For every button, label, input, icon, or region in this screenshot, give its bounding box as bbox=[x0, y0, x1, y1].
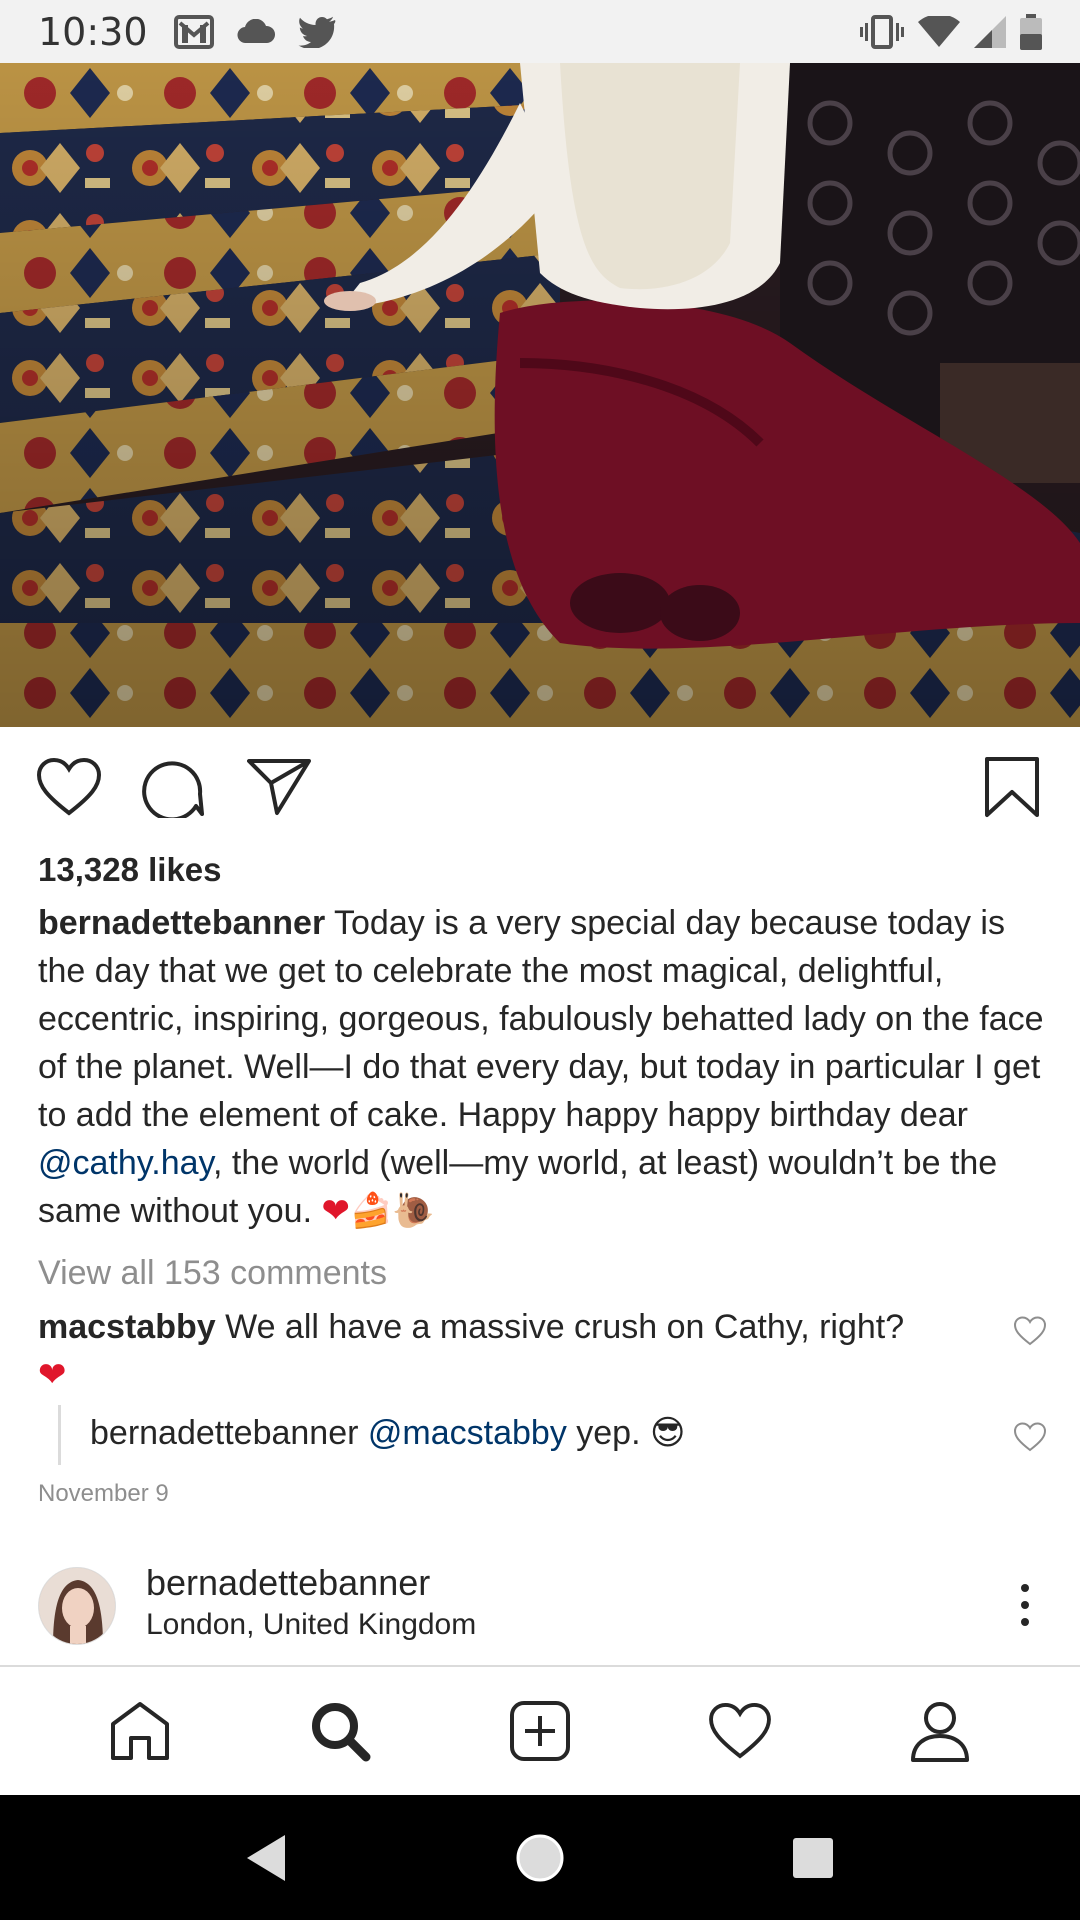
next-post-username[interactable]: bernadettebanner bbox=[146, 1562, 430, 1604]
vibrate-icon bbox=[860, 14, 904, 49]
like-button[interactable] bbox=[34, 752, 104, 822]
caption-username[interactable]: bernadettebanner bbox=[38, 904, 325, 942]
post-photo[interactable] bbox=[0, 63, 1080, 727]
twitter-icon bbox=[298, 16, 336, 48]
home-circle-icon bbox=[516, 1834, 564, 1881]
nav-home-button[interactable] bbox=[95, 1686, 185, 1776]
heart-icon bbox=[37, 758, 101, 816]
post-caption: bernadettebanner Today is a very special… bbox=[38, 899, 1048, 1235]
reply-mention[interactable]: @macstabby bbox=[368, 1414, 567, 1452]
signal-icon bbox=[974, 15, 1006, 48]
view-all-comments-link[interactable]: View all 153 comments bbox=[38, 1249, 1048, 1297]
battery-icon bbox=[1020, 13, 1042, 50]
nav-profile-button[interactable] bbox=[895, 1686, 985, 1776]
system-recents-button[interactable] bbox=[768, 1813, 858, 1903]
android-navigation-bar bbox=[0, 1795, 1080, 1920]
likes-count[interactable]: 13,328 likes bbox=[38, 845, 1048, 895]
home-icon bbox=[111, 1702, 169, 1760]
reply-text: yep. bbox=[566, 1414, 650, 1452]
reply-comment: bernadettebanner @macstabby yep. 😎 bbox=[38, 1405, 1048, 1465]
next-post-header: bernadettebanner London, United Kingdom bbox=[0, 1562, 1080, 1666]
red-heart-emoji: ❤ bbox=[321, 1191, 350, 1231]
nav-activity-button[interactable] bbox=[695, 1686, 785, 1776]
nav-new-post-button[interactable] bbox=[495, 1686, 585, 1776]
activity-heart-icon bbox=[709, 1703, 771, 1759]
caption-mention[interactable]: @cathy.hay bbox=[38, 1144, 213, 1182]
avatar[interactable] bbox=[38, 1567, 116, 1645]
heart-icon bbox=[1014, 1422, 1046, 1452]
system-home-button[interactable] bbox=[495, 1813, 585, 1903]
next-post-location[interactable]: London, United Kingdom bbox=[146, 1608, 476, 1642]
status-time: 10:30 bbox=[38, 9, 148, 54]
comment-like-button[interactable] bbox=[1012, 1313, 1048, 1349]
reply-like-button[interactable] bbox=[1012, 1419, 1048, 1455]
comment-icon bbox=[142, 761, 204, 818]
reply-username[interactable]: bernadettebanner bbox=[90, 1414, 358, 1452]
post-date: November 9 bbox=[38, 1480, 169, 1507]
reply-thread-line bbox=[58, 1405, 61, 1465]
recents-icon bbox=[793, 1837, 834, 1878]
status-bar: 10:30 bbox=[0, 0, 1080, 63]
notification-icons bbox=[173, 14, 336, 49]
red-heart-emoji: ❤ bbox=[38, 1355, 67, 1395]
send-icon bbox=[247, 759, 311, 815]
sunglasses-emoji: 😎 bbox=[650, 1413, 686, 1453]
comment-button[interactable] bbox=[138, 752, 208, 822]
save-button[interactable] bbox=[977, 752, 1047, 822]
profile-icon bbox=[911, 1702, 969, 1762]
comment-username[interactable]: macstabby bbox=[38, 1308, 216, 1346]
back-icon bbox=[246, 1834, 285, 1881]
cake-emoji: 🍰 bbox=[349, 1191, 393, 1231]
bottom-navigation bbox=[0, 1665, 1080, 1795]
post-actions bbox=[0, 752, 1080, 832]
nav-search-button[interactable] bbox=[295, 1686, 385, 1776]
comment: macstabby We all have a massive crush on… bbox=[38, 1303, 1048, 1399]
add-post-icon bbox=[510, 1701, 570, 1761]
system-back-button[interactable] bbox=[222, 1813, 312, 1903]
cloud-icon bbox=[236, 18, 276, 45]
system-icons bbox=[860, 13, 1042, 50]
share-button[interactable] bbox=[244, 752, 314, 822]
search-icon bbox=[312, 1703, 371, 1762]
wifi-icon bbox=[918, 15, 960, 48]
heart-icon bbox=[1014, 1316, 1046, 1346]
snail-emoji: 🐌 bbox=[392, 1191, 435, 1231]
gmail-icon bbox=[173, 14, 214, 49]
bookmark-icon bbox=[985, 757, 1039, 817]
more-options-icon[interactable] bbox=[1000, 1572, 1050, 1638]
post-text: 13,328 likes bernadettebanner Today is a… bbox=[38, 845, 1048, 1511]
comment-text: We all have a massive crush on Cathy, ri… bbox=[215, 1308, 905, 1346]
